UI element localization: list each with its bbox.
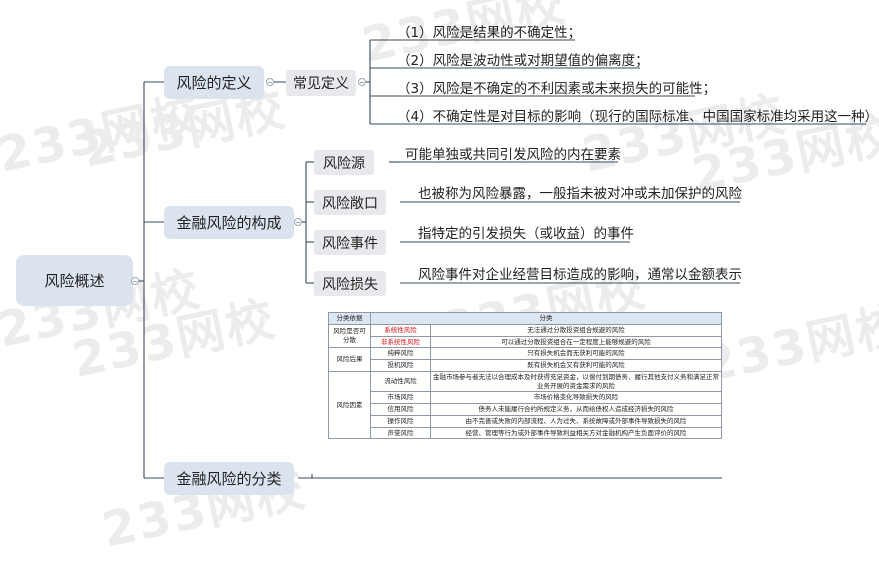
collapse-toggle-icon[interactable]	[294, 218, 302, 226]
table-row: 投机风险 既有损失机会又有获利可能的风险	[329, 359, 722, 372]
risk-type: 系统性风险	[370, 323, 431, 337]
risk-desc: 由不完善或失败的内部流程、人为过失、系统故障或外部事件导致损失的风险	[430, 414, 722, 428]
risk-desc: 无法通过分散投资组合规避的风险	[430, 323, 722, 337]
subnode-risk-event[interactable]: 风险事件	[314, 230, 386, 255]
classification-basis: 风险是否可分散	[328, 323, 371, 349]
risk-type: 投机风险	[370, 359, 431, 372]
table-header: 分类	[370, 312, 722, 325]
composition-desc: 可能单独或共同引发风险的内在要素	[405, 147, 621, 163]
table-row: 市场风险 市场价格变化导致损失的风险	[329, 391, 722, 405]
subnode-label: 风险敞口	[322, 195, 378, 212]
risk-desc: 只有损失机会而无获利可能的风险	[430, 347, 722, 361]
subnode-common-definition[interactable]: 常见定义	[286, 70, 356, 96]
table-row: 风险是否可分散 系统性风险 无法通过分散投资组合规避的风险	[328, 323, 722, 349]
risk-desc: 经营、管理等行为或外部事件导致利益相关方对金融机构产生负面评价的风险	[430, 426, 722, 440]
risk-type: 信用风险	[370, 403, 431, 416]
table-row: 风险因素 流动性风险 金融市场参与者无法以合理成本及时获得充足资金，以偿付到期债…	[328, 370, 722, 440]
subnode-label: 风险源	[323, 155, 365, 172]
root-label: 风险概述	[44, 272, 105, 290]
subnode-risk-loss[interactable]: 风险损失	[314, 271, 386, 296]
risk-type: 纯粹风险	[370, 347, 431, 361]
risk-desc: 金融市场参与者无法以合理成本及时获得充足资金，以偿付到期债务、履行其他支付义务和…	[430, 370, 722, 393]
risk-desc: 可以通过分散投资组合在一定程度上能够规避的风险	[430, 335, 722, 349]
collapse-toggle-icon[interactable]	[266, 78, 274, 86]
table-header: 分类依据	[328, 312, 371, 325]
classification-basis: 风险因素	[328, 370, 371, 440]
risk-desc: 市场价格变化导致损失的风险	[430, 391, 722, 405]
table-row: 信用风险 债务人未能履行合约所规定义务，从而给债权人造成经济损失的风险	[329, 403, 722, 416]
subnode-risk-exposure[interactable]: 风险敞口	[314, 190, 386, 215]
risk-type: 市场风险	[370, 391, 431, 405]
definition-item: （1）风险是结果的不确定性；	[397, 25, 582, 41]
definition-item: （3）风险是不确定的不利因素或未来损失的可能性；	[397, 81, 717, 97]
definition-item: （2）风险是波动性或对期望值的偏离度；	[397, 53, 649, 69]
branch-label: 风险的定义	[176, 74, 252, 92]
branch-label: 金融风险的构成	[176, 214, 282, 232]
composition-desc: 指特定的引发损失（或收益）的事件	[418, 226, 634, 242]
risk-type: 非系统性风险	[370, 335, 431, 349]
definition-item: （4）不确定性是对目标的影响（现行的国际标准、中国国家标准均采用这一种）	[397, 109, 879, 125]
subnode-label: 风险事件	[322, 235, 378, 252]
branch-risk-composition[interactable]: 金融风险的构成	[164, 206, 294, 239]
table-row: 操作风险 由不完善或失败的内部流程、人为过失、系统故障或外部事件导致损失的风险	[329, 414, 722, 428]
root-node[interactable]: 风险概述	[16, 255, 133, 306]
subnode-label: 常见定义	[293, 76, 349, 92]
risk-desc: 既有损失机会又有获利可能的风险	[430, 359, 722, 372]
composition-desc: 风险事件对企业经营目标造成的影响，通常以金额表示	[418, 267, 742, 283]
branch-label: 金融风险的分类	[176, 470, 282, 488]
subnode-risk-source[interactable]: 风险源	[314, 150, 374, 175]
collapse-toggle-icon[interactable]	[358, 78, 366, 86]
risk-type: 流动性风险	[370, 370, 431, 393]
composition-desc: 也被称为风险暴露，一般指未被对冲或未加保护的风险	[418, 186, 742, 202]
table-row: 声誉风险 经营、管理等行为或外部事件导致利益相关方对金融机构产生负面评价的风险	[329, 426, 722, 440]
collapse-toggle-icon[interactable]	[131, 277, 139, 285]
table-row: 非系统性风险 可以通过分散投资组合在一定程度上能够规避的风险	[329, 335, 722, 349]
branch-risk-definition[interactable]: 风险的定义	[164, 66, 264, 99]
risk-type: 声誉风险	[370, 426, 431, 440]
table-row: 风险后果 纯粹风险 只有损失机会而无获利可能的风险	[328, 347, 722, 372]
table-header-row: 分类依据 分类	[328, 312, 722, 325]
risk-type: 操作风险	[370, 414, 431, 428]
subnode-label: 风险损失	[322, 276, 378, 293]
risk-desc: 债务人未能履行合约所规定义务，从而给债权人造成经济损失的风险	[430, 403, 722, 416]
classification-basis: 风险后果	[328, 347, 371, 372]
branch-risk-classification[interactable]: 金融风险的分类	[164, 462, 294, 495]
classification-table: 分类依据 分类 风险是否可分散 系统性风险 无法通过分散投资组合规避的风险 非系…	[328, 312, 722, 440]
